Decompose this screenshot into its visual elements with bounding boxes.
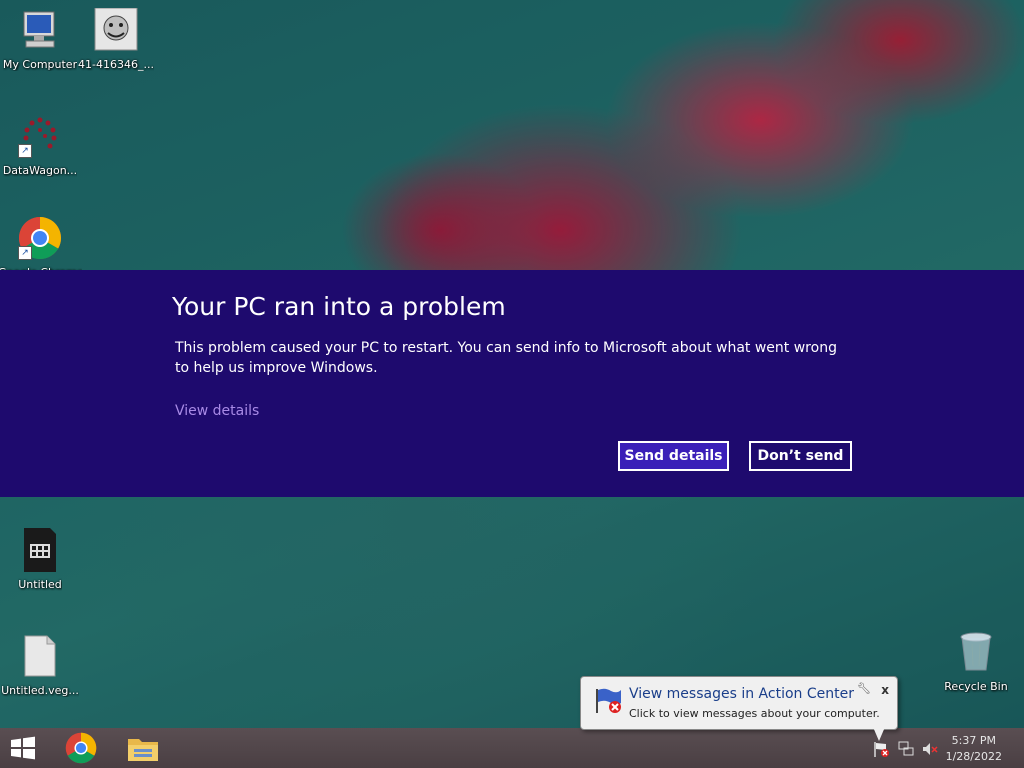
desktop-icon-label: Recycle Bin	[944, 680, 1008, 693]
clock[interactable]: 5:37 PM 1/28/2022	[946, 733, 1002, 765]
taskbar: 5:37 PM 1/28/2022	[0, 728, 1024, 768]
desktop-icon-label: DataWagon...	[2, 164, 78, 177]
desktop-icon-untitled[interactable]: Untitled	[0, 528, 80, 591]
file-icon	[18, 634, 62, 678]
clock-time: 5:37 PM	[951, 734, 996, 747]
error-dialog: Your PC ran into a problem This problem …	[0, 270, 1024, 497]
windows-logo-icon	[11, 736, 35, 760]
desktop-icon-label: Untitled	[18, 578, 62, 591]
desktop-icon-label: 41-416346_...	[78, 58, 154, 71]
start-button[interactable]	[0, 730, 46, 766]
view-details-link[interactable]: View details	[175, 403, 259, 419]
file-explorer-icon	[128, 739, 158, 761]
send-details-button[interactable]: Send details	[618, 441, 729, 471]
close-icon[interactable]: x	[881, 683, 889, 697]
desktop-icon-untitled-veg[interactable]: Untitled.veg...	[0, 634, 80, 697]
desktop-icon-recycle-bin[interactable]: Recycle Bin	[936, 630, 1016, 693]
volume-muted-icon[interactable]	[921, 740, 939, 758]
taskbar-file-explorer[interactable]	[120, 730, 166, 766]
notification-text: Click to view messages about your comput…	[629, 707, 880, 720]
image-thumbnail-icon	[94, 7, 138, 52]
desktop-icon-datawagon[interactable]: ↗ DataWagon...	[0, 114, 80, 177]
desktop-icon-image[interactable]: 41-416346_...	[76, 7, 156, 71]
action-center-notification[interactable]: View messages in Action Center Click to …	[580, 676, 898, 741]
dont-send-button[interactable]: Don’t send	[749, 441, 852, 471]
datawagon-icon: ↗	[18, 114, 62, 158]
recycle-bin-icon	[954, 630, 998, 674]
clock-date: 1/28/2022	[945, 750, 1002, 763]
network-icon[interactable]	[897, 740, 915, 758]
video-file-icon	[18, 528, 62, 572]
desktop-icon-label: Untitled.veg...	[1, 684, 79, 697]
chrome-icon: ↗	[18, 216, 62, 260]
notification-title: View messages in Action Center	[629, 686, 854, 702]
desktop-icon-my-computer[interactable]: My Computer	[0, 8, 80, 71]
taskbar-chrome[interactable]	[58, 730, 104, 766]
shortcut-arrow-icon: ↗	[18, 246, 32, 260]
desktop-icon-label: My Computer	[2, 58, 78, 71]
action-center-flag-icon	[593, 685, 623, 715]
wrench-icon[interactable]: 🔧︎	[857, 682, 871, 695]
shortcut-arrow-icon: ↗	[18, 144, 32, 158]
action-center-tray-icon[interactable]	[872, 740, 890, 758]
error-message: This problem caused your PC to restart. …	[175, 340, 837, 376]
error-title: Your PC ran into a problem	[172, 292, 506, 321]
computer-icon	[18, 8, 62, 52]
chrome-icon	[65, 732, 97, 764]
